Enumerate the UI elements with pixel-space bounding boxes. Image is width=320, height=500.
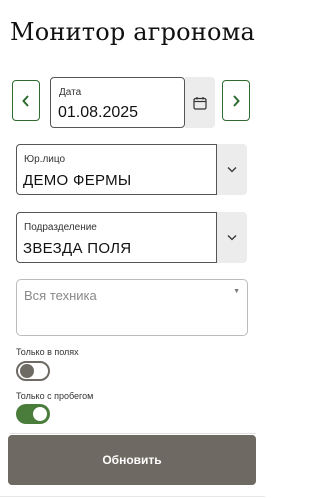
division-select[interactable]: Подразделение ЗВЕЗДА ПОЛЯ [16,212,217,263]
machinery-placeholder: Вся техника [24,288,97,303]
date-field[interactable]: Дата 01.08.2025 [50,77,185,128]
next-date-button[interactable] [222,80,250,121]
division-value: ЗВЕЗДА ПОЛЯ [23,240,132,257]
page-title: Монитор агронома [9,18,256,46]
toggle-knob [20,364,34,378]
date-label: Дата [59,87,82,98]
chevron-down-icon [227,167,237,173]
company-label: Юр.лицо [24,154,66,165]
machinery-multiselect[interactable]: Вся техника ▼ [16,279,248,336]
caret-down-icon: ▼ [233,288,240,295]
calendar-icon [193,96,207,110]
company-value: ДЕМО ФЕРМЫ [23,172,132,189]
chevron-right-icon [233,94,240,107]
division-dropdown-button[interactable] [217,212,247,263]
only-with-mileage-toggle[interactable] [16,404,50,424]
company-select[interactable]: Юр.лицо ДЕМО ФЕРМЫ [16,144,217,195]
refresh-button[interactable]: Обновить [8,435,256,485]
only-in-fields-label: Только в полях [16,347,79,357]
division-label: Подразделение [24,222,97,233]
chevron-down-icon [227,235,237,241]
divider [0,496,265,497]
date-value[interactable]: 01.08.2025 [58,104,138,122]
calendar-button[interactable] [185,77,215,128]
chevron-left-icon [22,94,29,107]
only-in-fields-toggle[interactable] [16,361,50,381]
previous-date-button[interactable] [12,80,40,121]
toggle-knob [33,407,47,421]
only-with-mileage-label: Только с пробегом [16,391,94,401]
company-dropdown-button[interactable] [217,144,247,195]
divider [10,433,256,434]
